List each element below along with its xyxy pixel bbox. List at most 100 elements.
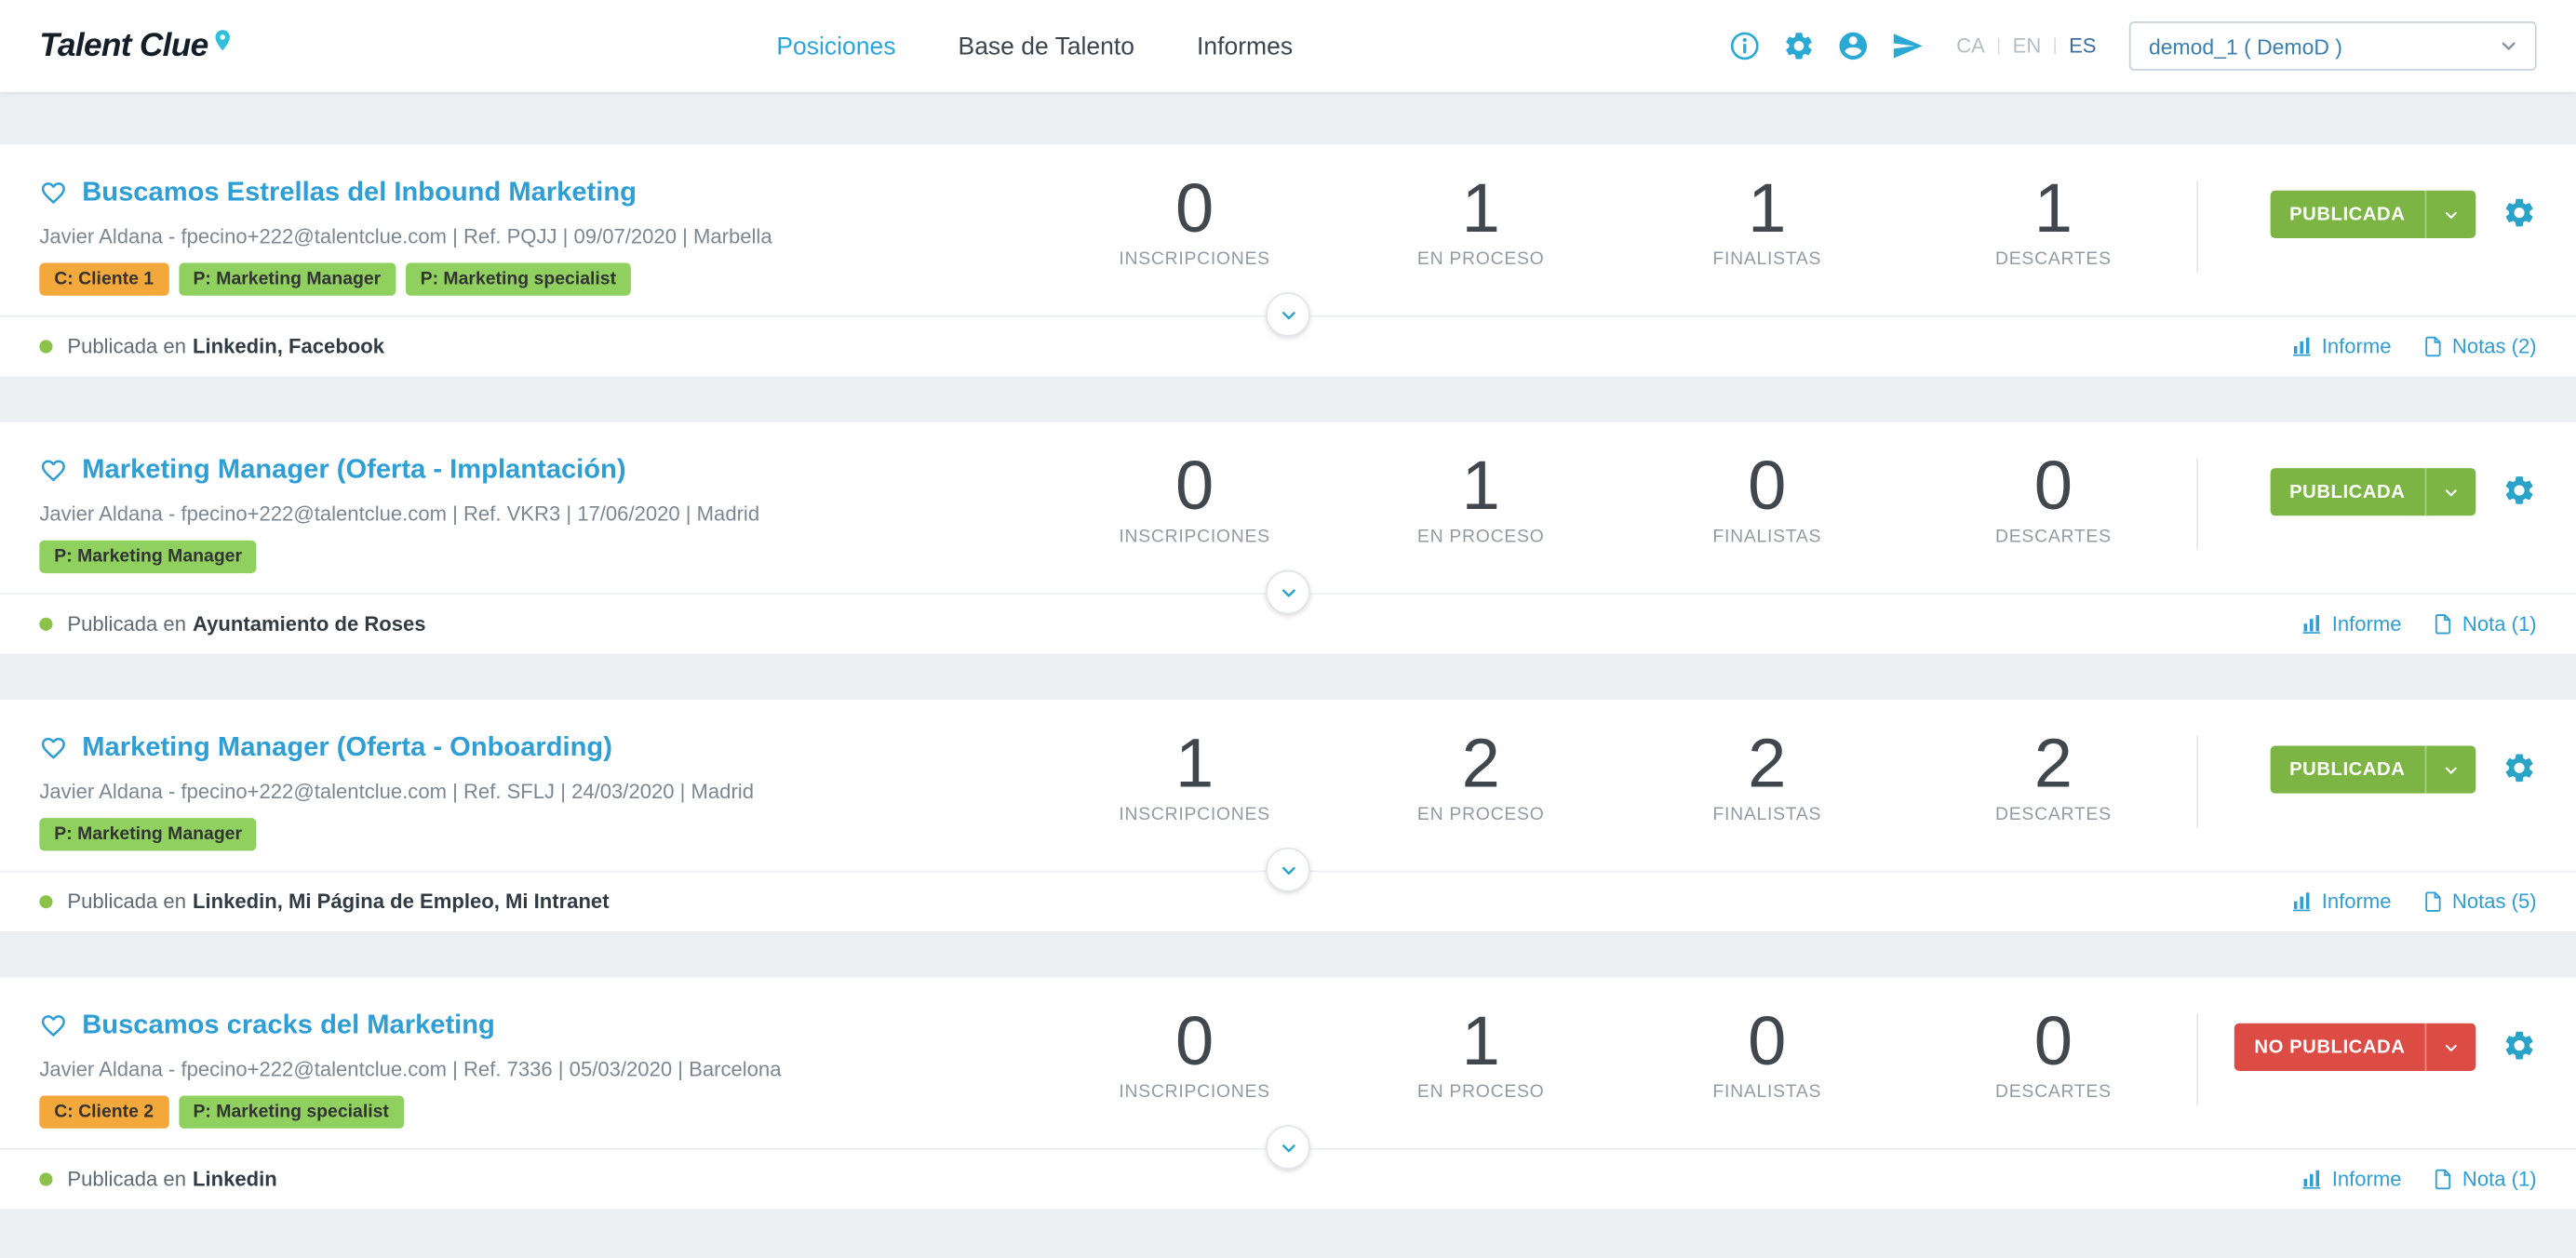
stat-descartes[interactable]: 2 DESCARTES — [1911, 726, 2197, 824]
expand-button[interactable] — [1266, 570, 1310, 615]
position-tags: P: Marketing Manager — [39, 541, 1051, 573]
position-card: Marketing Manager (Oferta - Onboarding) … — [0, 700, 2576, 931]
chevron-down-icon — [2425, 745, 2476, 793]
document-icon — [2431, 612, 2454, 636]
pipeline-stats: 0 INSCRIPCIONES 1 EN PROCESO 0 FINALISTA… — [1052, 448, 2196, 547]
title-row: Buscamos cracks del Marketing — [39, 1010, 1051, 1042]
stat-label: DESCARTES — [1911, 1083, 2197, 1103]
stat-inscripciones[interactable]: 1 INSCRIPCIONES — [1052, 726, 1338, 824]
top-navbar: Talent Clue Posiciones Base de Talento I… — [0, 0, 2576, 92]
position-info: Marketing Manager (Oferta - Implantación… — [39, 448, 1051, 573]
stat-value: 1 — [1911, 171, 2197, 248]
favorite-heart-icon[interactable] — [39, 734, 67, 762]
document-icon — [2431, 1168, 2454, 1191]
user-icon[interactable] — [1836, 30, 1869, 62]
stat-value: 1 — [1337, 1004, 1624, 1080]
status-dropdown[interactable]: PUBLICADA — [2270, 191, 2475, 238]
stat-inscripciones[interactable]: 0 INSCRIPCIONES — [1052, 171, 1338, 270]
nav-item-posiciones[interactable]: Posiciones — [776, 32, 895, 60]
app-viewport: Talent Clue Posiciones Base de Talento I… — [0, 0, 2576, 1258]
published-prefix: Publicada en — [67, 1168, 186, 1191]
position-tags: C: Cliente 2 P: Marketing specialist — [39, 1095, 1051, 1128]
published-channels: Publicada en Linkedin — [39, 1168, 276, 1191]
card-controls: NO PUBLICADA — [2198, 1004, 2537, 1071]
position-title[interactable]: Buscamos cracks del Marketing — [82, 1010, 495, 1042]
notes-link[interactable]: Nota (1) — [2431, 1168, 2536, 1191]
status-label: PUBLICADA — [2270, 759, 2425, 779]
stat-finalistas[interactable]: 0 FINALISTAS — [1624, 1004, 1911, 1103]
stat-inscripciones[interactable]: 0 INSCRIPCIONES — [1052, 448, 1338, 547]
published-channels: Publicada en Ayuntamiento de Roses — [39, 612, 425, 636]
report-link[interactable]: Informe — [2290, 890, 2391, 914]
favorite-heart-icon[interactable] — [39, 457, 67, 485]
expand-button[interactable] — [1266, 292, 1310, 337]
position-title[interactable]: Buscamos Estrellas del Inbound Marketing — [82, 178, 637, 209]
lang-en[interactable]: EN — [2013, 34, 2042, 58]
stat-finalistas[interactable]: 1 FINALISTAS — [1624, 171, 1911, 270]
document-icon — [2421, 335, 2444, 358]
lang-ca[interactable]: CA — [1956, 34, 1985, 58]
info-icon[interactable] — [1728, 30, 1761, 62]
stat-descartes[interactable]: 0 DESCARTES — [1911, 1004, 2197, 1103]
position-title[interactable]: Marketing Manager (Oferta - Onboarding) — [82, 732, 612, 764]
stat-value: 0 — [1624, 1004, 1911, 1080]
expand-button[interactable] — [1266, 1125, 1310, 1170]
account-selector[interactable]: demod_1 ( DemoD ) — [2129, 21, 2537, 71]
stat-finalistas[interactable]: 2 FINALISTAS — [1624, 726, 1911, 824]
position-settings-icon[interactable] — [2502, 195, 2537, 230]
main-nav: Posiciones Base de Talento Informes — [776, 32, 1293, 60]
stat-label: FINALISTAS — [1624, 805, 1911, 824]
favorite-heart-icon[interactable] — [39, 179, 67, 207]
position-info: Buscamos Estrellas del Inbound Marketing… — [39, 171, 1051, 296]
published-status-dot — [39, 895, 52, 908]
nav-item-base-de-talento[interactable]: Base de Talento — [959, 32, 1134, 60]
stat-descartes[interactable]: 0 DESCARTES — [1911, 448, 2197, 547]
expand-button[interactable] — [1266, 848, 1310, 892]
pipeline-stats: 0 INSCRIPCIONES 1 EN PROCESO 1 FINALISTA… — [1052, 171, 2196, 270]
status-dropdown[interactable]: PUBLICADA — [2270, 468, 2475, 515]
notes-link[interactable]: Notas (2) — [2421, 335, 2536, 358]
tag: P: Marketing specialist — [406, 262, 631, 295]
report-link[interactable]: Informe — [2301, 1168, 2401, 1191]
stat-en-proceso[interactable]: 1 EN PROCESO — [1337, 448, 1624, 547]
favorite-heart-icon[interactable] — [39, 1011, 67, 1039]
stat-en-proceso[interactable]: 1 EN PROCESO — [1337, 171, 1624, 270]
footer-links: Informe Notas (5) — [2290, 890, 2536, 914]
tag: P: Marketing Manager — [179, 262, 396, 295]
bar-chart-icon — [2290, 890, 2314, 914]
stat-value: 1 — [1624, 171, 1911, 248]
stat-label: INSCRIPCIONES — [1052, 250, 1338, 270]
notes-link[interactable]: Notas (5) — [2421, 890, 2536, 914]
title-row: Buscamos Estrellas del Inbound Marketing — [39, 178, 1051, 209]
stat-value: 0 — [1052, 448, 1338, 525]
report-link[interactable]: Informe — [2290, 335, 2391, 358]
card-controls: PUBLICADA — [2198, 726, 2537, 793]
title-row: Marketing Manager (Oferta - Implantación… — [39, 455, 1051, 487]
stat-en-proceso[interactable]: 2 EN PROCESO — [1337, 726, 1624, 824]
lang-es[interactable]: ES — [2069, 34, 2096, 58]
stat-finalistas[interactable]: 0 FINALISTAS — [1624, 448, 1911, 547]
send-icon[interactable] — [1891, 30, 1924, 62]
stat-descartes[interactable]: 1 DESCARTES — [1911, 171, 2197, 270]
talent-clue-logo[interactable]: Talent Clue — [39, 27, 234, 65]
status-dropdown[interactable]: NO PUBLICADA — [2234, 1024, 2475, 1071]
nav-item-informes[interactable]: Informes — [1197, 32, 1293, 60]
stat-en-proceso[interactable]: 1 EN PROCESO — [1337, 1004, 1624, 1103]
tag: P: Marketing Manager — [39, 818, 257, 850]
position-title[interactable]: Marketing Manager (Oferta - Implantación… — [82, 455, 625, 487]
notes-link[interactable]: Nota (1) — [2431, 612, 2536, 636]
card-controls: PUBLICADA — [2198, 171, 2537, 238]
position-settings-icon[interactable] — [2502, 751, 2537, 785]
report-link[interactable]: Informe — [2301, 612, 2401, 636]
status-dropdown[interactable]: PUBLICADA — [2270, 745, 2475, 793]
position-settings-icon[interactable] — [2502, 473, 2537, 507]
stat-inscripciones[interactable]: 0 INSCRIPCIONES — [1052, 1004, 1338, 1103]
stat-label: EN PROCESO — [1337, 250, 1624, 270]
gear-icon[interactable] — [1782, 30, 1815, 62]
pipeline-stats: 0 INSCRIPCIONES 1 EN PROCESO 0 FINALISTA… — [1052, 1004, 2196, 1103]
positions-list: Buscamos Estrellas del Inbound Marketing… — [0, 92, 2576, 1209]
stat-value: 2 — [1624, 726, 1911, 802]
position-settings-icon[interactable] — [2502, 1028, 2537, 1063]
chevron-down-icon — [2425, 1024, 2476, 1071]
stat-label: INSCRIPCIONES — [1052, 528, 1338, 547]
